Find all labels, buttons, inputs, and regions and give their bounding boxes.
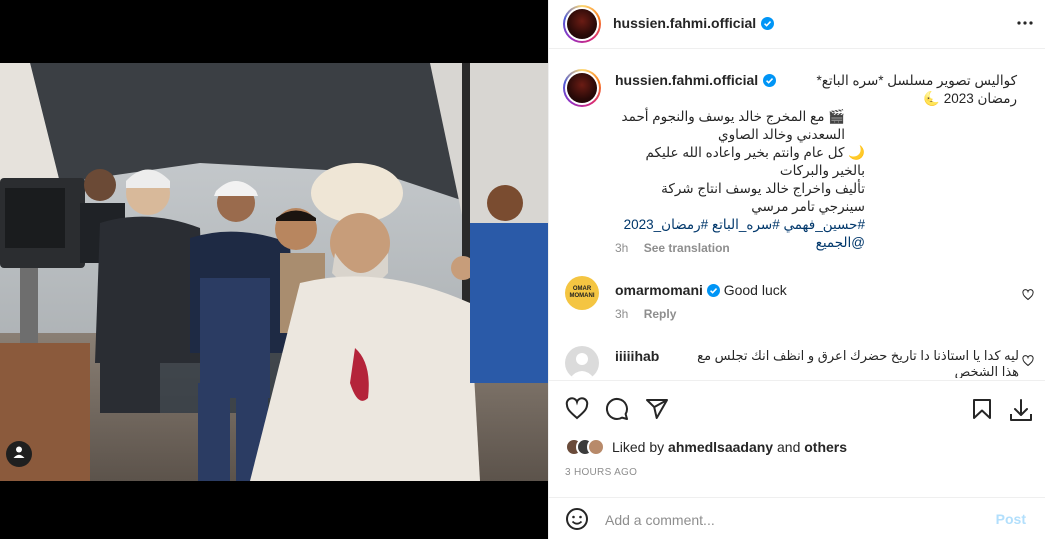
caption-line-3: 🌙 كل عام وانتم بخير واعاده الله عليكم با…: [645, 145, 865, 178]
comment-text: Good luck: [723, 282, 787, 298]
action-bar: [549, 380, 1045, 481]
save-button[interactable]: [970, 397, 994, 424]
comment-text: ليه كدا يا استاذنا دا تاريخ حضرك اعرق و …: [697, 348, 1019, 378]
default-avatar-icon: [570, 353, 594, 378]
emoji-icon[interactable]: [565, 507, 589, 536]
liked-by-prefix: Liked by: [612, 439, 665, 455]
post-comment-button[interactable]: Post: [990, 510, 1032, 528]
comment-meta: 3h Reply: [615, 307, 676, 321]
comment-like-heart-icon[interactable]: [1022, 354, 1034, 372]
comment-username[interactable]: omarmomani: [615, 282, 703, 298]
download-button[interactable]: [1008, 397, 1034, 426]
comment-username[interactable]: iiiiihab: [615, 348, 659, 364]
post-side-panel: hussien.fahmi.official hussien.fahmi.off…: [548, 0, 1045, 539]
caption-line-1: كواليس تصوير مسلسل *سره الباتع* رمضان 20…: [816, 73, 1017, 106]
caption-author-avatar[interactable]: [563, 69, 601, 107]
comment-body: omarmomani Good luck: [615, 282, 787, 300]
user-icon: [12, 445, 26, 464]
post-header: hussien.fahmi.official: [549, 0, 1045, 49]
caption-header-line: hussien.fahmi.official: [615, 72, 776, 92]
like-button[interactable]: [565, 397, 589, 424]
author-avatar[interactable]: [563, 5, 601, 43]
caption-meta: 3h See translation: [615, 241, 730, 255]
behind-the-scenes-photo: [0, 63, 548, 481]
comment-input[interactable]: [603, 508, 977, 532]
heart-icon: [565, 397, 589, 424]
comment-icon: [605, 397, 629, 424]
liker-avatar: [587, 438, 605, 456]
verified-badge-icon: [760, 17, 774, 35]
liked-by-user[interactable]: ahmedlsaadany: [668, 439, 773, 455]
liked-by-others[interactable]: others: [804, 439, 847, 455]
share-button[interactable]: [645, 397, 669, 424]
verified-badge-icon: [706, 284, 720, 300]
post-photo[interactable]: [0, 63, 548, 481]
author-username[interactable]: hussien.fahmi.official: [613, 15, 756, 31]
liked-by: Liked by ahmedlsaadany and others: [565, 437, 847, 457]
more-options-button[interactable]: [1016, 14, 1034, 35]
caption-line-2: 🎬 مع المخرج خالد يوسف والنجوم أحمد السعد…: [621, 109, 845, 142]
instagram-post-view: hussien.fahmi.official hussien.fahmi.off…: [0, 0, 1045, 539]
tagged-users-button[interactable]: [6, 441, 32, 467]
comment-body: iiiiihab: [615, 348, 659, 364]
see-translation-link[interactable]: See translation: [644, 241, 730, 255]
comment-time[interactable]: 3h: [615, 307, 628, 321]
download-icon: [1008, 399, 1034, 426]
caption-line-4: تأليف واخراج خالد يوسف انتاج شركة سينرجي…: [661, 181, 865, 214]
verified-badge-icon: [762, 74, 776, 92]
bookmark-icon: [970, 399, 994, 424]
comment-like-heart-icon[interactable]: [1022, 288, 1034, 306]
header-user: hussien.fahmi.official: [613, 15, 774, 35]
liker-avatars[interactable]: [565, 438, 605, 456]
comment-avatar[interactable]: OMAR MOMANI: [565, 276, 599, 310]
caption-username[interactable]: hussien.fahmi.official: [615, 72, 758, 88]
comments-scroll[interactable]: hussien.fahmi.official كواليس تصوير مسلس…: [549, 58, 1045, 378]
liked-by-and: and: [777, 439, 801, 455]
add-comment-bar: Post: [549, 497, 1045, 540]
post-media: [0, 0, 548, 539]
reply-link[interactable]: Reply: [644, 307, 677, 321]
send-icon: [645, 399, 669, 424]
comment-button[interactable]: [605, 397, 629, 424]
post-timestamp[interactable]: 3 HOURS AGO: [565, 467, 637, 478]
caption-time[interactable]: 3h: [615, 241, 628, 255]
comment-avatar[interactable]: [565, 346, 599, 378]
more-horizontal-icon: [1016, 20, 1034, 35]
comment-avatar-text: OMAR MOMANI: [569, 286, 595, 299]
